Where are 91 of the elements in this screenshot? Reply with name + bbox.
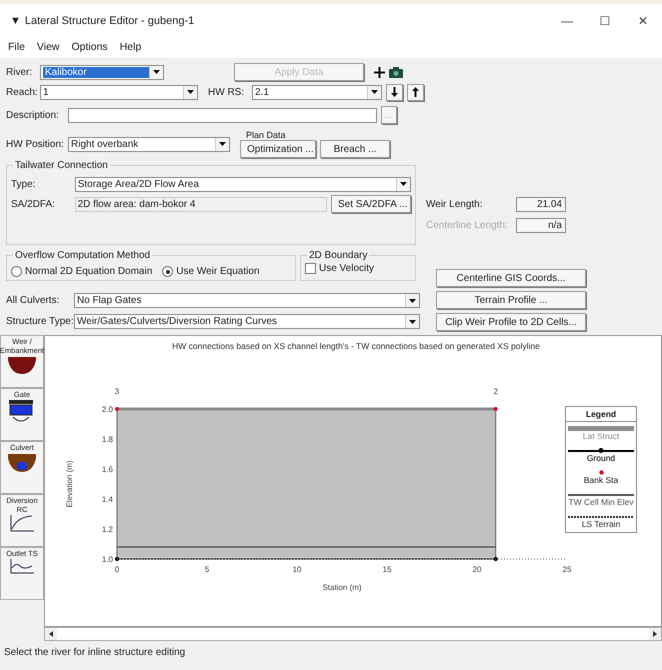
legend-swatch — [568, 448, 634, 453]
camera-icon[interactable] — [389, 66, 403, 78]
legend-label: LS Terrain — [580, 519, 622, 529]
description-field[interactable] — [68, 108, 377, 122]
x-axis-title: Station (m) — [322, 583, 362, 592]
scroll-right-icon[interactable] — [653, 631, 657, 637]
legend-swatch — [568, 514, 634, 519]
legend-label: Ground — [586, 453, 616, 463]
optimization-button[interactable]: Optimization ... — [240, 140, 316, 158]
field-label: Type: — [11, 178, 36, 190]
hw-position-dropdown[interactable]: Right overbank — [68, 136, 230, 152]
rating-curve-icon — [9, 514, 35, 532]
radio-option[interactable]: Use Weir Equation — [162, 263, 260, 280]
breach-button[interactable]: Breach ... — [320, 140, 390, 158]
group-title: Overflow Computation Method — [13, 250, 152, 261]
legend-title: Legend — [566, 407, 636, 422]
legend-label: Bank Sta — [582, 475, 620, 485]
chart-title: HW connections based on XS channel length's - TW connections based on generated XS polyline — [172, 341, 540, 351]
field-label: Centerline Length: — [426, 220, 509, 231]
y-tick-label: 1.0 — [102, 555, 113, 564]
up-arrow-icon — [412, 87, 419, 97]
river-station-dropdown[interactable]: 2.1 — [252, 84, 382, 100]
group-title: Tailwater Connection — [13, 160, 110, 171]
x-tick-label: 25 — [562, 565, 572, 574]
culvert-icon — [7, 452, 37, 474]
dropdown-arrow-icon[interactable] — [153, 70, 160, 74]
side-button[interactable]: Terrain Profile ... — [436, 291, 586, 309]
type-dropdown[interactable]: Storage Area/2D Flow Area — [74, 176, 411, 192]
set-area-button[interactable]: Set SA/2DFA ... — [331, 195, 411, 213]
down-arrow-icon — [391, 87, 398, 97]
close-button[interactable]: ✕ — [624, 13, 662, 29]
river-dropdown[interactable]: Kalibokor — [40, 64, 164, 80]
menu-item[interactable]: Help — [120, 41, 142, 55]
dropdown-arrow-icon[interactable] — [219, 142, 226, 146]
x-tick-label: 15 — [382, 565, 392, 574]
culverts-dropdown[interactable]: No Flap Gates — [74, 293, 420, 308]
field-label: HW RS: — [207, 86, 246, 98]
add-icon[interactable] — [374, 66, 385, 78]
legend-swatch — [568, 426, 634, 431]
channel-icon — [7, 355, 37, 375]
x-tick-label: 0 — [114, 565, 120, 574]
field-label: All Culverts: — [6, 295, 60, 306]
storage-area-field[interactable]: 2D flow area: dam-bokor 4 — [74, 196, 327, 212]
radio-option[interactable]: Normal 2D Equation Domain — [11, 263, 152, 280]
menu-item[interactable]: Options — [72, 41, 108, 55]
maximize-button[interactable]: ☐ — [586, 13, 624, 29]
legend-swatch — [598, 470, 604, 475]
y-tick-label: 1.2 — [102, 525, 113, 534]
down-arrow-button[interactable] — [386, 84, 403, 100]
scroll-left-icon[interactable] — [49, 631, 53, 637]
bank-station-point — [115, 407, 119, 411]
minimize-button[interactable]: — — [548, 13, 586, 29]
field-label: Reach: — [6, 86, 36, 98]
legend-label: TW Cell Min Elev — [567, 497, 635, 507]
dropdown-arrow-icon[interactable] — [371, 90, 378, 94]
x-tick-label: 20 — [472, 565, 482, 574]
x-tick-label: 5 — [204, 565, 210, 574]
dropdown-arrow-icon[interactable] — [409, 298, 416, 302]
field-label: Weir Length: — [426, 199, 484, 210]
plan-data-caption: Plan Data — [245, 130, 287, 140]
reach-dropdown[interactable]: 1 — [40, 84, 198, 100]
menu-item[interactable]: View — [36, 41, 60, 55]
scrollbar[interactable] — [44, 627, 662, 641]
up-arrow-button[interactable] — [407, 84, 424, 100]
y-tick-label: 2.0 — [102, 405, 113, 414]
weir-length-field[interactable]: 21.04 — [516, 197, 566, 212]
group-title: 2D Boundary — [307, 250, 370, 261]
structure-type-dropdown[interactable]: Weir/Gates/Culverts/Diversion Rating Curves — [74, 314, 420, 329]
field-label: HW Position: — [6, 138, 64, 150]
x-tick-label: 10 — [292, 565, 302, 574]
status-text: Select the river for inline structure editing — [3, 646, 186, 658]
dropdown-arrow-icon[interactable] — [409, 320, 416, 324]
dropdown-arrow-icon[interactable] — [400, 182, 407, 186]
side-button[interactable]: Centerline GIS Coords... — [436, 269, 586, 287]
time-series-icon — [9, 558, 35, 574]
xs-label: 3 — [114, 387, 120, 396]
field-label: Description: — [6, 110, 60, 120]
y-tick-label: 1.6 — [102, 465, 113, 474]
field-label: River: — [6, 66, 34, 78]
side-button[interactable]: Clip Weir Profile to 2D Cells... — [436, 313, 586, 331]
legend-swatch — [568, 492, 634, 497]
y-tick-label: 1.8 — [102, 435, 113, 444]
y-axis-title: Elevation (m) — [65, 460, 74, 508]
menu-item[interactable]: File — [8, 41, 25, 55]
dropdown-arrow-icon[interactable] — [187, 90, 194, 94]
window-title: ▼ Lateral Structure Editor - gubeng-1 — [10, 15, 196, 27]
xs-label: 2 — [494, 387, 498, 396]
y-tick-label: 1.4 — [102, 495, 113, 504]
legend-label: Lat Struct — [582, 431, 620, 441]
field-label: SA/2DFA: — [11, 198, 56, 210]
bank-station-point — [494, 407, 498, 411]
